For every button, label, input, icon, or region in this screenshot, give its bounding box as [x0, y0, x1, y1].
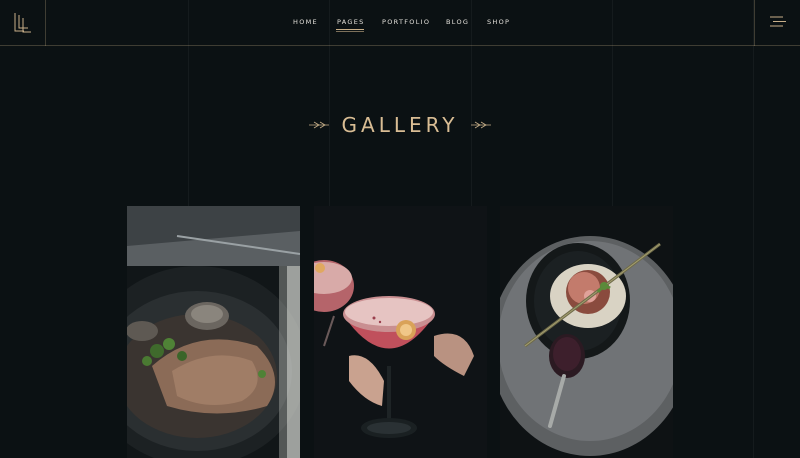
- cocktail-photo-icon: [314, 206, 487, 458]
- hamburger-menu-icon: [770, 16, 786, 27]
- nav-item-pages[interactable]: PAGES: [336, 18, 365, 32]
- nav-item-home[interactable]: HOME: [293, 18, 318, 26]
- nav-item-blog[interactable]: BLOG: [446, 18, 469, 26]
- ornament-left-icon: [309, 121, 330, 129]
- site-header: HOME PAGES PORTFOLIO BLOG SHOP: [0, 0, 800, 46]
- nav-item-shop[interactable]: SHOP: [487, 18, 510, 26]
- ornament-right-icon: [470, 121, 491, 129]
- menu-button[interactable]: [754, 0, 800, 46]
- grid-line: [753, 0, 754, 458]
- page-title: GALLERY: [341, 113, 459, 137]
- nav-item-portfolio[interactable]: PORTFOLIO: [382, 18, 430, 26]
- gallery-grid: [127, 206, 673, 458]
- gallery-item-cocktail[interactable]: [314, 206, 487, 458]
- main-nav: HOME PAGES PORTFOLIO BLOG SHOP: [0, 18, 800, 32]
- gallery-item-dessert[interactable]: [500, 206, 673, 458]
- title-section: GALLERY: [0, 113, 800, 141]
- gallery-item-food-plate[interactable]: [127, 206, 300, 458]
- dessert-plate-photo-icon: [500, 206, 673, 458]
- food-plate-photo-icon: [127, 206, 300, 458]
